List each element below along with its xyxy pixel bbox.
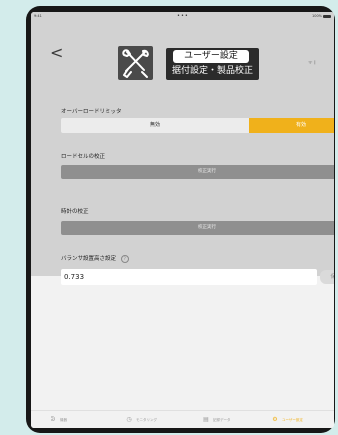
clock-calibrate-button[interactable]: 校正実行 <box>61 221 334 235</box>
loadcell-calibrate-button[interactable]: 校正実行 <box>61 165 334 179</box>
multitask-dots: ••• <box>177 13 189 19</box>
tab-monitoring[interactable]: ◷ モニタリング <box>125 416 157 424</box>
battery-percent: 100% <box>311 14 322 18</box>
page-title-badge: ユーザー設定 据付設定・製品校正 <box>166 48 259 80</box>
tab-devices[interactable]: ᕲ 機器 <box>49 416 67 424</box>
overload-limiter-off-option[interactable]: 無効 <box>61 118 249 133</box>
balancer-height-label: バランサ設置高さ設定 <box>61 256 117 262</box>
balancer-height-label-row: バランサ設置高さ設定 ? <box>61 254 129 263</box>
app-screen: 9:41 ••• 100% < ユーザー設定 据付設定・製品校正 ᯤ 𝄃 オーバ… <box>31 12 334 428</box>
records-icon: ▤ <box>203 416 209 423</box>
tab-user-settings[interactable]: ⚙ ユーザー設定 <box>271 416 303 424</box>
clock-calibration-label: 時計の校正 <box>61 209 89 215</box>
settings-gear-icon: ⚙ <box>272 416 278 423</box>
devices-icon: ᕲ <box>50 416 56 423</box>
overload-limiter-on-option[interactable]: 有効 <box>249 118 334 133</box>
battery-status: 100% <box>312 14 331 18</box>
battery-icon <box>323 14 331 18</box>
overload-limiter-label: オーバーロードリミッタ <box>61 109 122 115</box>
back-button[interactable]: < <box>50 45 63 61</box>
tab-label: 記録データ <box>213 417 231 422</box>
help-icon[interactable]: ? <box>120 254 129 263</box>
balancer-height-input[interactable] <box>61 269 317 285</box>
monitoring-icon: ◷ <box>126 416 132 423</box>
loadcell-calibration-label: ロードセルの校正 <box>61 154 106 160</box>
tab-bar: ᕲ 機器 ◷ モニタリング ▤ 記録データ ⚙ ユーザー設定 <box>31 410 334 428</box>
page-subtitle: 据付設定・製品校正 <box>171 66 253 76</box>
page-title: ユーザー設定 <box>173 50 249 63</box>
tab-records[interactable]: ▤ 記録データ <box>202 416 231 424</box>
status-bar: 9:41 ••• 100% <box>31 12 334 22</box>
connection-status-icon: ᯤ 𝄃 <box>308 60 316 66</box>
tools-logo-icon <box>118 46 153 80</box>
save-button[interactable]: 保存 <box>320 270 334 284</box>
tab-label: ユーザー設定 <box>282 417 303 422</box>
status-time: 9:41 <box>34 14 42 18</box>
tab-label: モニタリング <box>136 417 157 422</box>
tab-label: 機器 <box>60 417 67 422</box>
